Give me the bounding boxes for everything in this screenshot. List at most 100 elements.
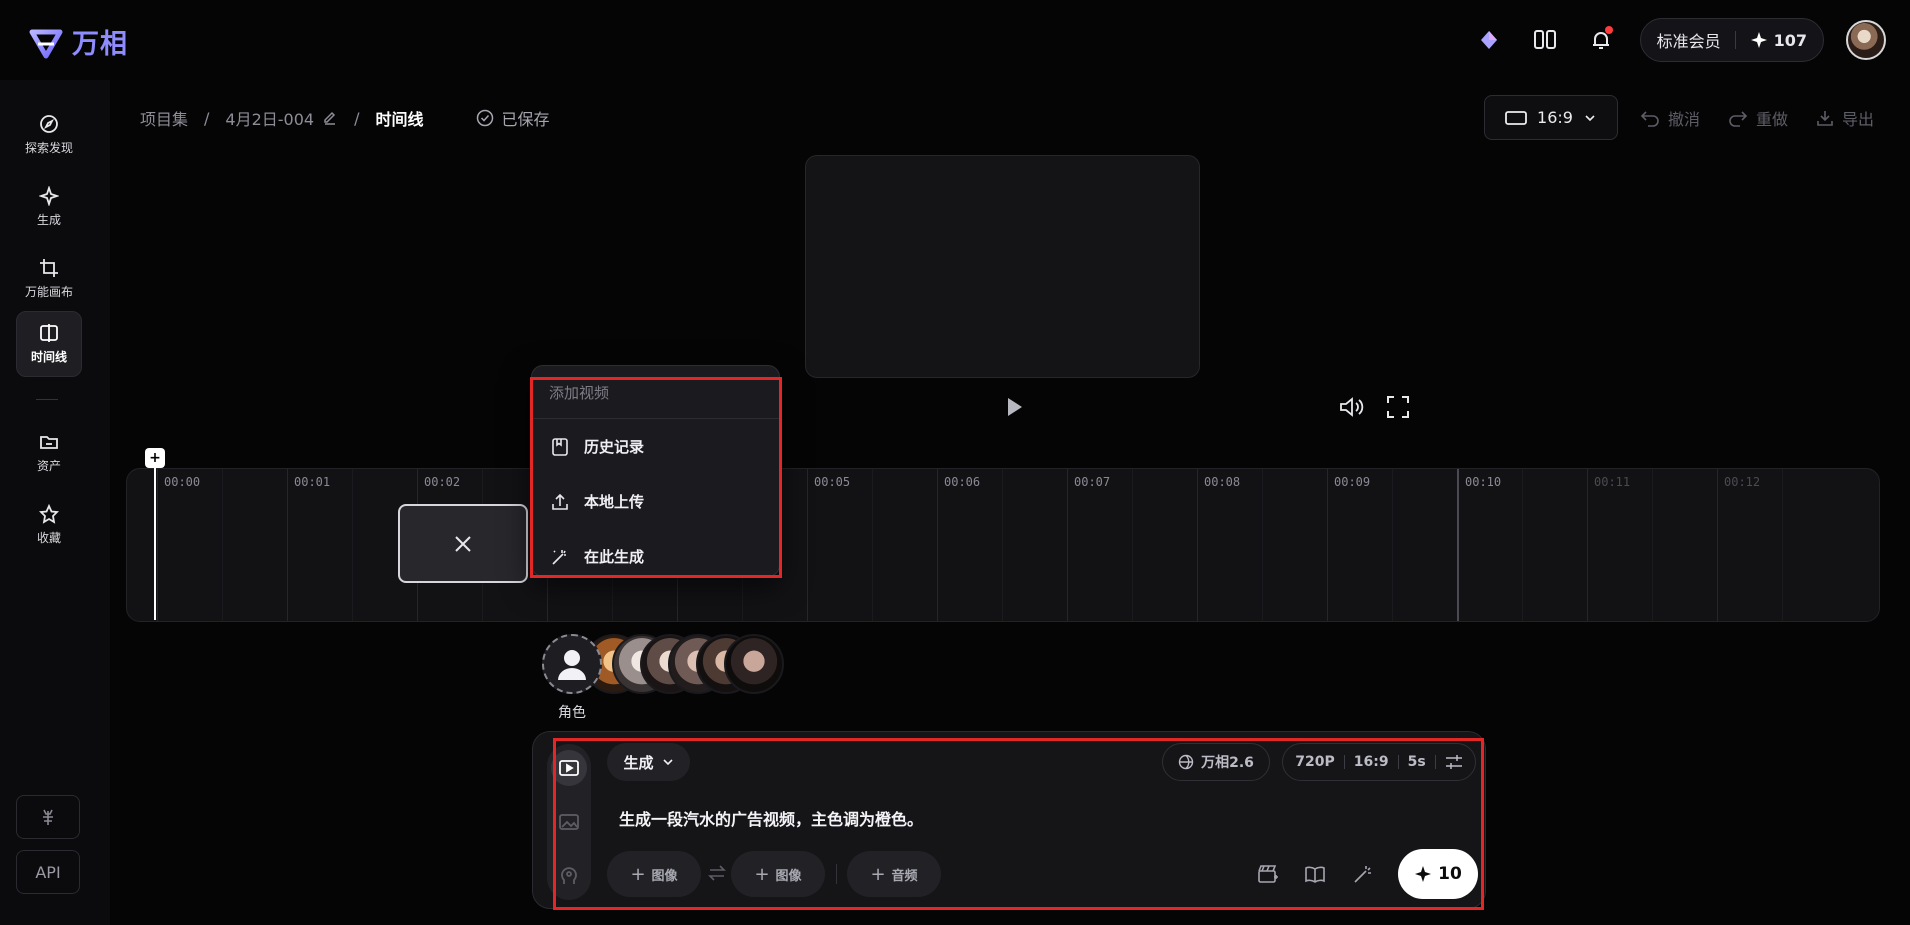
character-avatar[interactable] [724,634,784,694]
mode-selector [547,744,591,900]
user-avatar[interactable] [1846,20,1886,60]
edit-pencil-icon[interactable] [322,110,338,126]
menu-item-history[interactable]: 历史记录 [550,436,644,457]
timeline-tick-label: 00:05 [814,475,851,489]
sidebar-item-assets[interactable]: 资产 [16,420,82,486]
storyboard-button[interactable] [1254,860,1282,888]
aspect-ratio-value: 16:9 [1537,108,1573,127]
crop-canvas-icon [40,259,58,277]
person-icon [558,650,586,680]
model-name: 万相2.6 [1201,755,1254,771]
sidebar-item-timeline[interactable]: 时间线 [16,311,82,377]
redo-icon [1729,111,1748,127]
breadcrumb: 项目集 / 4月2日-004 / 时间线 已保存 [140,106,550,130]
sidebar: 探索发现 生成 万能画布 时间线 资产 收藏 API [0,80,110,925]
sidebar-item-canvas[interactable]: 万能画布 [16,246,82,312]
credits-count: 107 [1773,30,1807,50]
timeline-tick: 00:12 [1717,469,1760,621]
star-icon [39,504,59,524]
breadcrumb-current: 时间线 [375,110,424,129]
attach-divider [836,864,837,884]
history-icon [552,437,568,456]
sidebar-item-label: 资产 [36,459,61,473]
app-logo[interactable]: 万相 [28,22,128,61]
volume-button[interactable] [1338,395,1364,423]
model-selector[interactable]: 万相2.6 [1162,743,1270,781]
fullscreen-button[interactable] [1386,395,1410,423]
compass-icon [40,115,58,133]
resolution-value: 720P [1295,754,1335,770]
undo-button[interactable]: 撤消 [1640,106,1700,130]
api-button[interactable]: API [16,850,80,894]
pill-divider [1434,755,1436,769]
lobster-icon [43,809,53,825]
export-label: 导出 [1842,110,1875,129]
swap-arrows-icon [708,865,726,881]
menu-item-label: 在此生成 [584,548,645,566]
prompt-input[interactable]: 生成一段汽水的广告视频，主色调为橙色。 [619,806,923,830]
clapperboard-icon [1258,865,1278,883]
menu-divider [532,418,781,419]
redo-button[interactable]: 重做 [1728,106,1788,130]
avatar-mode-button[interactable] [551,858,587,894]
sparkle-icon [1750,32,1767,48]
membership-pill[interactable]: 标准会员 107 [1639,18,1824,62]
image-mode-button[interactable] [551,804,587,840]
sidebar-item-favorites[interactable]: 收藏 [16,492,82,558]
magic-wand-icon [1354,866,1371,883]
add-audio-button[interactable]: + 音频 [847,851,941,897]
timeline-tick: 00:07 [1067,469,1110,621]
menu-item-upload[interactable]: 本地上传 [550,491,644,512]
swap-button[interactable] [707,864,727,886]
playhead-line[interactable] [154,448,156,620]
breadcrumb-separator: / [354,108,360,128]
sidebar-item-explore[interactable]: 探索发现 [16,102,82,168]
lobster-button[interactable] [16,795,80,839]
timeline-split-icon [40,324,58,342]
menu-item-label: 历史记录 [584,438,645,456]
timeline-tick: 00:09 [1327,469,1370,621]
sidebar-item-label: 时间线 [30,350,67,364]
book-open-icon [1533,30,1556,49]
gem-button[interactable] [1472,23,1506,57]
sidebar-item-generate[interactable]: 生成 [16,174,82,240]
empty-clip-slot[interactable] [398,504,528,583]
notification-dot [1604,26,1613,34]
menu-item-label: 本地上传 [584,493,645,511]
volume-icon [1340,397,1364,417]
add-character-button[interactable] [542,634,602,694]
video-preview [805,155,1200,378]
character-label: 角色 [558,705,586,721]
export-button[interactable]: 导出 [1816,106,1874,130]
timeline-tick-label: 00:07 [1074,475,1111,489]
undo-icon [1640,111,1659,127]
add-image-button-1[interactable]: + 图像 [607,851,701,897]
generation-settings[interactable]: 720P 16:9 5s [1282,743,1476,781]
timeline-track[interactable]: 00:0000:0100:0200:0300:0400:0500:0600:07… [126,468,1880,622]
sliders-icon [1445,755,1462,769]
breadcrumb-project[interactable]: 4月2日-004 [225,106,338,130]
video-mode-button[interactable] [551,750,587,786]
prompt-library-button[interactable] [1301,860,1329,888]
timeline-minor-tick [352,469,353,621]
aspect-ratio-dropdown[interactable]: 16:9 [1484,95,1618,140]
timeline-minor-tick [1262,469,1263,621]
generate-submit-button[interactable]: 10 [1398,849,1478,899]
plus-icon: + [754,863,770,885]
timeline-tick-label: 00:11 [1594,475,1631,489]
generate-mode-dropdown[interactable]: 生成 [607,743,690,781]
enhance-prompt-button[interactable] [1349,860,1377,888]
menu-header: 添加视频 [549,384,610,402]
menu-item-generate-here[interactable]: 在此生成 [550,546,644,567]
play-button[interactable] [1004,396,1024,422]
member-label: 标准会员 [1656,32,1721,51]
add-image-button-2[interactable]: + 图像 [731,851,825,897]
notifications-button[interactable] [1584,23,1618,57]
timeline-tick-label: 00:09 [1334,475,1371,489]
breadcrumb-root[interactable]: 项目集 [140,106,188,130]
timeline-tick-label: 00:00 [164,475,201,489]
sidebar-item-label: 生成 [36,213,61,227]
close-icon[interactable] [452,533,474,555]
compare-layout-button[interactable] [1528,23,1562,57]
playhead-handle[interactable]: + [145,448,165,468]
